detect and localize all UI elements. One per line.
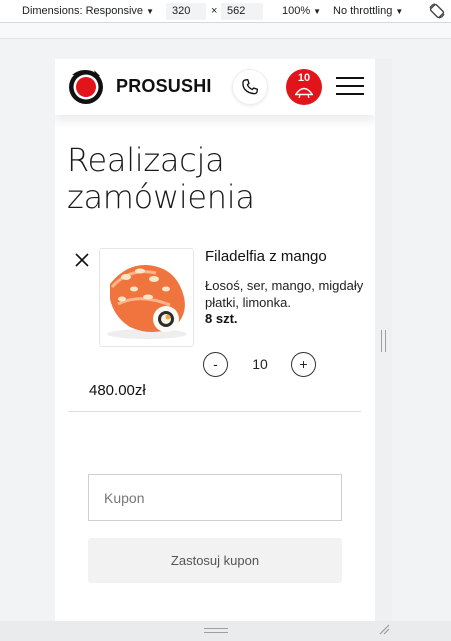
site-header: PROSUSHI 10 <box>55 59 375 115</box>
product-image[interactable] <box>99 248 194 347</box>
page-title: Realizacja zamówienia <box>67 141 255 216</box>
brand-name[interactable]: PROSUSHI <box>116 76 212 97</box>
times-label: × <box>211 5 218 17</box>
quantity-value: 10 <box>252 356 268 372</box>
throttling-dropdown[interactable]: No throttling ▼ <box>333 5 403 17</box>
height-input[interactable]: 562 <box>221 3 263 20</box>
devtools-toolbar: Dimensions: Responsive ▼ 320 × 562 100% ▼ … <box>0 0 451 23</box>
product-name[interactable]: Filadelfia z mango <box>205 248 327 265</box>
caret-down-icon: ▼ <box>395 7 404 16</box>
apply-coupon-button[interactable]: Zastosuj kupon <box>88 538 342 583</box>
product-pieces: 8 szt. <box>205 311 238 326</box>
width-input[interactable]: 320 <box>166 3 206 20</box>
menu-line <box>336 77 364 79</box>
zoom-label: 100% <box>282 5 311 17</box>
quantity-decrease-button[interactable]: - <box>203 352 228 377</box>
media-query-ruler <box>0 23 451 39</box>
corner-resize-handle-icon[interactable] <box>378 623 390 635</box>
cart-bowl-icon <box>295 87 313 98</box>
remove-item-close-icon[interactable] <box>74 252 90 268</box>
menu-line <box>336 85 364 87</box>
right-resize-handle[interactable] <box>381 330 386 352</box>
divider <box>68 411 361 412</box>
device-viewport: PROSUSHI 10 Realizacja zamówienia Filade… <box>55 59 375 621</box>
menu-line <box>336 93 364 95</box>
cart-count-badge: 10 <box>297 72 311 84</box>
item-price: 480.00zł <box>89 382 146 399</box>
zoom-dropdown[interactable]: 100% ▼ <box>282 5 321 17</box>
quantity-increase-button[interactable]: + <box>291 352 316 377</box>
product-description: Łosoś, ser, mango, migdały płatki, limon… <box>205 278 364 310</box>
bottom-resize-handle[interactable] <box>204 628 228 633</box>
prosushi-logo-icon[interactable] <box>66 66 106 106</box>
phone-button[interactable] <box>232 69 268 105</box>
cart-button[interactable]: 10 <box>286 69 322 105</box>
throttling-label: No throttling <box>333 5 393 17</box>
hamburger-menu-icon[interactable] <box>336 74 364 98</box>
caret-down-icon: ▼ <box>146 7 154 16</box>
phone-icon <box>242 79 258 95</box>
sushi-roll-image <box>100 249 193 346</box>
dimensions-label: Dimensions: Responsive <box>22 5 144 17</box>
rotate-icon[interactable] <box>428 2 446 20</box>
coupon-input[interactable] <box>88 474 342 521</box>
dimensions-dropdown[interactable]: Dimensions: Responsive ▼ <box>22 5 154 17</box>
caret-down-icon: ▼ <box>313 7 322 16</box>
